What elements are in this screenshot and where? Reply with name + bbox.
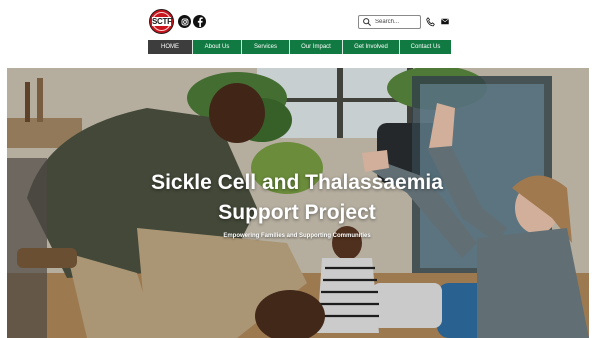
- phone-icon[interactable]: [426, 17, 435, 27]
- search-box[interactable]: [358, 15, 423, 29]
- nav-about-us[interactable]: About Us: [192, 40, 241, 54]
- facebook-icon[interactable]: [193, 15, 206, 28]
- mail-icon[interactable]: [441, 18, 449, 25]
- hero-title-line-1: Sickle Cell and Thalassaemia: [151, 171, 443, 194]
- hero-title: Sickle Cell and Thalassaemia Support Pro…: [107, 168, 487, 228]
- hero-subtitle: Empowering Families and Supporting Commu…: [223, 233, 371, 239]
- search-icon: [363, 18, 371, 26]
- search-input[interactable]: [372, 19, 423, 25]
- nav-our-impact[interactable]: Our Impact: [289, 40, 342, 54]
- instagram-icon[interactable]: [178, 15, 191, 28]
- logo-text: SCTFT: [152, 17, 174, 26]
- main-nav: HOME About Us Services Our Impact Get In…: [148, 40, 451, 54]
- site-logo[interactable]: SCTFT: [149, 9, 174, 34]
- hero-banner: Sickle Cell and Thalassaemia Support Pro…: [7, 68, 589, 338]
- nav-home[interactable]: HOME: [148, 40, 192, 54]
- nav-get-involved[interactable]: Get Involved: [342, 40, 399, 54]
- nav-contact-us[interactable]: Contact Us: [399, 40, 451, 54]
- nav-services[interactable]: Services: [241, 40, 289, 54]
- hero-title-line-2: Support Project: [218, 201, 376, 224]
